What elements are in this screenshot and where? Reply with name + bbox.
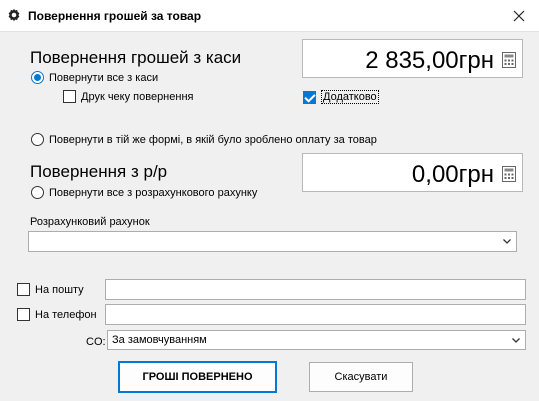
close-button[interactable] — [499, 0, 539, 32]
radio-return-all-bank[interactable]: Повернути все з розрахункового рахунку — [31, 186, 257, 199]
cash-amount-value: 2 835,00грн — [365, 47, 494, 74]
checkbox-mail-label: На пошту — [35, 283, 84, 296]
co-select-value: За замовчуванням — [112, 334, 207, 346]
bank-amount-field[interactable]: 0,00грн — [302, 153, 523, 192]
checkbox-box[interactable] — [63, 90, 76, 103]
checkbox-phone[interactable]: На телефон — [17, 308, 97, 321]
radio-return-same-form[interactable]: Повернути в тій же формі, в якій було зр… — [31, 133, 377, 146]
cash-heading: Повернення грошей з каси — [30, 48, 242, 67]
radio-button[interactable] — [31, 186, 44, 199]
checkbox-additional-label: Додатково — [321, 90, 379, 104]
checkbox-additional[interactable]: Додатково — [303, 90, 379, 104]
calculator-icon[interactable] — [502, 166, 516, 182]
cancel-button[interactable]: Скасувати — [309, 362, 413, 392]
bank-amount-value: 0,00грн — [411, 161, 494, 188]
cash-amount-field[interactable]: 2 835,00грн — [302, 39, 523, 78]
checkbox-box[interactable] — [17, 308, 30, 321]
co-select[interactable]: За замовчуванням — [107, 330, 526, 350]
money-returned-button[interactable]: ГРОШІ ПОВЕРНЕНО — [118, 361, 277, 393]
title-bar: Повернення грошей за товар — [0, 0, 539, 32]
checkbox-box-checked[interactable] — [303, 90, 316, 104]
radio-return-all-bank-label: Повернути все з розрахункового рахунку — [49, 186, 258, 199]
mail-input[interactable] — [105, 279, 526, 300]
checkbox-box[interactable] — [17, 283, 30, 296]
account-label: Розрахунковий рахунок — [30, 216, 150, 228]
chevron-down-icon[interactable] — [502, 236, 512, 246]
radio-button-checked[interactable] — [31, 71, 44, 84]
checkbox-print-receipt[interactable]: Друк чеку повернення — [63, 90, 193, 103]
phone-input[interactable] — [105, 304, 526, 325]
checkbox-print-receipt-label: Друк чеку повернення — [81, 90, 194, 103]
calculator-icon[interactable] — [502, 52, 516, 68]
bank-heading: Повернення з р/р — [30, 162, 168, 181]
close-icon[interactable] — [513, 10, 525, 22]
radio-return-all-cash[interactable]: Повернути все з каси — [31, 71, 158, 84]
gear-icon — [8, 8, 20, 22]
chevron-down-icon[interactable] — [511, 335, 521, 345]
account-select[interactable] — [28, 231, 517, 252]
window-title: Повернення грошей за товар — [28, 9, 202, 23]
checkbox-mail[interactable]: На пошту — [17, 283, 84, 296]
radio-return-all-cash-label: Повернути все з каси — [49, 71, 159, 84]
radio-return-same-form-label: Повернути в тій же формі, в якій було зр… — [49, 133, 377, 146]
checkbox-phone-label: На телефон — [35, 308, 97, 321]
co-label: CO: — [86, 336, 106, 348]
radio-button[interactable] — [31, 133, 44, 146]
